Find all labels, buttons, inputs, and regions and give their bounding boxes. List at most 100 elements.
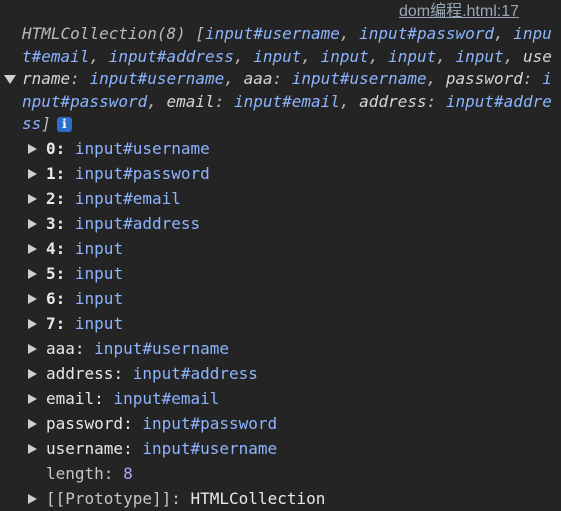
- property-row[interactable]: 2: input#email: [0, 186, 561, 211]
- property-colon: :: [55, 139, 75, 158]
- prototype-key: [[Prototype]]: [46, 489, 172, 508]
- property-value: input#username: [142, 439, 278, 458]
- property-key: username: [46, 439, 124, 458]
- summary-separator: ,: [147, 91, 167, 111]
- property-row[interactable]: 6: input: [0, 286, 561, 311]
- summary-ref: input#password: [359, 24, 495, 43]
- property-value: input#address: [74, 214, 201, 233]
- prototype-colon: :: [171, 489, 191, 508]
- console-panel: dom编程.html:17 HTMLCollection(8) [input#u…: [0, 0, 561, 510]
- property-colon: :: [55, 239, 75, 258]
- summary-suffix: ]: [41, 114, 51, 133]
- property-row[interactable]: email: input#email: [0, 386, 561, 411]
- property-colon: :: [94, 389, 114, 408]
- property-key: 5: [46, 264, 56, 283]
- property-key: 1: [46, 164, 56, 183]
- property-key: 4: [46, 239, 56, 258]
- summary-ref: input#email: [233, 91, 340, 111]
- caret-right-icon[interactable]: [28, 169, 37, 179]
- summary-separator: ,: [503, 46, 523, 66]
- summary-ref: input#username: [89, 69, 225, 88]
- summary-colon: :: [522, 69, 543, 88]
- property-row[interactable]: 0: input#username: [0, 136, 561, 161]
- property-row[interactable]: username: input#username: [0, 436, 561, 461]
- summary-ref: input#address: [108, 46, 234, 66]
- summary-ref: input: [320, 46, 369, 66]
- caret-down-icon[interactable]: [4, 75, 16, 84]
- property-value: input: [74, 314, 124, 333]
- caret-right-icon[interactable]: [28, 344, 37, 354]
- summary-key: email: [166, 91, 215, 111]
- summary-ref: input: [253, 46, 302, 66]
- property-key: 2: [46, 189, 56, 208]
- property-value: input#password: [142, 414, 278, 433]
- property-row[interactable]: 5: input: [0, 261, 561, 286]
- caret-right-icon[interactable]: [28, 194, 37, 204]
- summary-ref: input#username: [291, 69, 427, 88]
- caret-right-icon[interactable]: [28, 394, 37, 404]
- summary-separator: ,: [233, 46, 254, 66]
- property-key: 0: [46, 139, 56, 158]
- property-row[interactable]: address: input#address: [0, 361, 561, 386]
- summary-key: address: [359, 91, 427, 111]
- collection-summary[interactable]: HTMLCollection(8) [input#username, input…: [22, 23, 557, 136]
- info-icon[interactable]: i: [56, 117, 72, 132]
- summary-colon: :: [214, 91, 234, 111]
- length-colon: :: [103, 464, 124, 483]
- property-colon: :: [55, 314, 75, 333]
- property-key: 3: [46, 214, 56, 233]
- summary-ref: input#username: [205, 24, 340, 43]
- property-value: input#email: [74, 189, 181, 208]
- summary-key: aaa: [243, 69, 273, 88]
- summary-separator: ,: [368, 46, 389, 66]
- property-key: 7: [46, 314, 56, 333]
- summary-separator: ,: [301, 46, 321, 66]
- property-colon: :: [113, 364, 133, 383]
- caret-right-icon[interactable]: [28, 494, 37, 504]
- property-colon: :: [55, 264, 75, 283]
- caret-right-icon[interactable]: [28, 369, 37, 379]
- property-value: input#password: [74, 164, 210, 183]
- property-colon: :: [123, 414, 143, 433]
- caret-right-icon[interactable]: [28, 244, 37, 254]
- caret-right-icon[interactable]: [28, 319, 37, 329]
- caret-right-icon[interactable]: [28, 444, 37, 454]
- property-key: 6: [46, 289, 56, 308]
- caret-right-icon[interactable]: [28, 419, 37, 429]
- property-key: email: [46, 389, 95, 408]
- property-key: address: [46, 364, 114, 383]
- source-link[interactable]: dom编程.html:17: [399, 1, 519, 24]
- property-colon: :: [123, 439, 143, 458]
- caret-right-icon[interactable]: [28, 144, 37, 154]
- property-row[interactable]: 3: input#address: [0, 211, 561, 236]
- property-colon: :: [55, 189, 75, 208]
- summary-separator: ,: [436, 46, 456, 66]
- property-row[interactable]: password: input#password: [0, 411, 561, 436]
- property-row[interactable]: 1: input#password: [0, 161, 561, 186]
- property-key: password: [46, 414, 124, 433]
- property-row[interactable]: 7: input: [0, 311, 561, 336]
- property-value: input: [74, 239, 124, 258]
- property-colon: :: [55, 164, 75, 183]
- property-value: input: [74, 264, 124, 283]
- property-key: aaa: [46, 339, 75, 358]
- property-colon: :: [55, 289, 75, 308]
- summary-separator: ,: [426, 69, 446, 88]
- property-colon: :: [55, 214, 75, 233]
- summary-separator: ,: [89, 46, 109, 66]
- property-value: input#email: [113, 389, 220, 408]
- summary-prefix: HTMLCollection(8) [: [22, 24, 206, 43]
- summary-separator: ,: [224, 69, 244, 88]
- summary-separator: ,: [339, 24, 360, 43]
- caret-right-icon[interactable]: [28, 269, 37, 279]
- length-value: 8: [123, 464, 133, 483]
- caret-right-icon[interactable]: [28, 219, 37, 229]
- summary-colon: :: [272, 69, 292, 88]
- property-row[interactable]: aaa: input#username: [0, 336, 561, 361]
- caret-right-icon[interactable]: [28, 294, 37, 304]
- property-list: 0: input#username 1: input#password 2: i…: [0, 136, 561, 511]
- property-value: input#username: [94, 339, 230, 358]
- property-row[interactable]: 4: input: [0, 236, 561, 261]
- property-value: input: [74, 289, 124, 308]
- prototype-row[interactable]: [[Prototype]]: HTMLCollection: [0, 486, 561, 511]
